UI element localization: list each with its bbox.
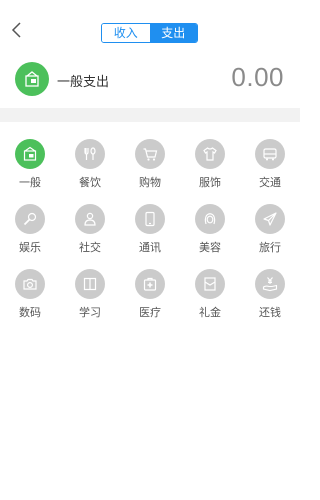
- cart-icon: [135, 139, 165, 169]
- category-label: 还钱: [259, 306, 281, 319]
- people-icon: [75, 204, 105, 234]
- tab-expense[interactable]: 支出: [149, 24, 197, 42]
- category-entertainment[interactable]: 娱乐: [0, 200, 60, 256]
- yen-hand-icon: [255, 269, 285, 299]
- category-label: 学习: [79, 306, 101, 319]
- fork-spoon-icon: [75, 139, 105, 169]
- income-expense-toggle: 收入 支出: [101, 23, 198, 43]
- selected-category-summary: 一般支出 0.00: [0, 56, 300, 102]
- category-communication[interactable]: 通讯: [120, 200, 180, 256]
- category-beauty[interactable]: 美容: [180, 200, 240, 256]
- category-medical[interactable]: 医疗: [120, 265, 180, 321]
- category-label: 餐饮: [79, 176, 101, 189]
- book-icon: [75, 269, 105, 299]
- wallet-icon: [15, 139, 45, 169]
- category-travel[interactable]: 旅行: [240, 200, 300, 256]
- category-label: 通讯: [139, 241, 161, 254]
- category-label: 旅行: [259, 241, 281, 254]
- category-label: 娱乐: [19, 241, 41, 254]
- medical-kit-icon: [135, 269, 165, 299]
- category-social[interactable]: 社交: [60, 200, 120, 256]
- category-general[interactable]: 一般: [0, 135, 60, 191]
- airplane-icon: [255, 204, 285, 234]
- category-label: 医疗: [139, 306, 161, 319]
- selected-category-label: 一般支出: [57, 75, 110, 90]
- section-divider: [0, 108, 300, 122]
- microphone-icon: [15, 204, 45, 234]
- back-button[interactable]: [10, 20, 26, 40]
- shirt-icon: [195, 139, 225, 169]
- chevron-left-icon: [11, 22, 21, 38]
- category-shopping[interactable]: 购物: [120, 135, 180, 191]
- category-dining[interactable]: 餐饮: [60, 135, 120, 191]
- amount-display[interactable]: 0.00: [231, 62, 284, 93]
- category-digital[interactable]: 数码: [0, 265, 60, 321]
- envelope-icon: [195, 269, 225, 299]
- camera-icon: [15, 269, 45, 299]
- category-study[interactable]: 学习: [60, 265, 120, 321]
- category-label: 社交: [79, 241, 101, 254]
- tab-income[interactable]: 收入: [102, 24, 150, 42]
- category-gift-money[interactable]: 礼金: [180, 265, 240, 321]
- top-bar: 收入 支出: [0, 0, 300, 50]
- category-transport[interactable]: 交通: [240, 135, 300, 191]
- bus-icon: [255, 139, 285, 169]
- wallet-icon: [15, 62, 49, 96]
- category-label: 交通: [259, 176, 281, 189]
- category-label: 服饰: [199, 176, 221, 189]
- category-label: 礼金: [199, 306, 221, 319]
- category-label: 购物: [139, 176, 161, 189]
- category-label: 美容: [199, 241, 221, 254]
- face-icon: [195, 204, 225, 234]
- category-clothing[interactable]: 服饰: [180, 135, 240, 191]
- category-label: 一般: [19, 176, 41, 189]
- category-label: 数码: [19, 306, 41, 319]
- category-repayment[interactable]: 还钱: [240, 265, 300, 321]
- phone-icon: [135, 204, 165, 234]
